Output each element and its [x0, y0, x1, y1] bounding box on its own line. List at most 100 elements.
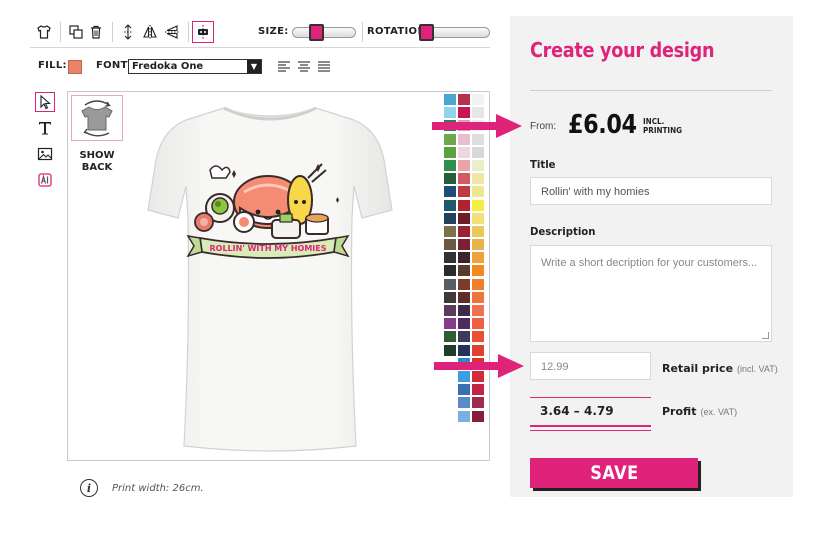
color-swatch[interactable]: [472, 199, 484, 211]
color-swatch[interactable]: [472, 186, 484, 198]
color-swatch[interactable]: [458, 305, 470, 316]
layer-order-icon[interactable]: [118, 22, 138, 42]
color-swatch[interactable]: [472, 291, 484, 303]
rotate-shirt-icon: [81, 100, 113, 137]
show-back-button[interactable]: [71, 95, 123, 141]
size-slider[interactable]: [292, 24, 356, 41]
color-swatch[interactable]: [472, 94, 484, 105]
color-swatch[interactable]: [458, 239, 470, 251]
flip-vertical-icon[interactable]: [162, 22, 182, 42]
color-swatch[interactable]: [444, 397, 456, 408]
save-button[interactable]: SAVE: [530, 458, 698, 488]
retail-price-value: 12.99: [541, 361, 569, 373]
color-swatch[interactable]: [458, 159, 470, 171]
color-swatch[interactable]: [444, 331, 456, 343]
tshirt-preview: ROLLIN' WITH MY HOMIES: [147, 106, 393, 452]
color-swatch[interactable]: [458, 397, 470, 409]
size-label: SIZE:: [258, 26, 289, 37]
color-swatch[interactable]: [472, 252, 484, 264]
color-swatch[interactable]: [444, 305, 456, 316]
fill-color-swatch[interactable]: [68, 60, 82, 74]
color-swatch[interactable]: [458, 331, 470, 343]
color-swatch[interactable]: [458, 146, 470, 158]
color-swatch[interactable]: [458, 173, 470, 185]
color-swatch[interactable]: [472, 265, 484, 277]
color-swatch[interactable]: [444, 411, 456, 422]
from-label: From:: [530, 121, 557, 132]
text-tool-icon[interactable]: [35, 118, 55, 138]
color-swatch[interactable]: [472, 239, 484, 251]
color-swatch[interactable]: [458, 212, 470, 224]
font-select[interactable]: Fredoka One ▼: [128, 59, 262, 74]
toolbar-divider: [112, 22, 113, 42]
ai-design-icon[interactable]: [35, 170, 55, 190]
trash-icon[interactable]: [86, 22, 106, 42]
duplicate-icon[interactable]: [66, 22, 86, 42]
align-justify-icon[interactable]: [318, 61, 330, 72]
profit-range: 3.64 – 4.79: [530, 397, 651, 431]
color-swatch[interactable]: [444, 239, 456, 251]
color-swatch[interactable]: [444, 173, 456, 185]
rotation-slider[interactable]: [418, 24, 490, 41]
color-swatch[interactable]: [444, 252, 456, 264]
color-swatch[interactable]: [458, 384, 470, 396]
rotation-slider-thumb[interactable]: [419, 24, 434, 41]
price-note: INCL. PRINTING: [643, 117, 682, 135]
font-label: FONT:: [96, 60, 132, 71]
color-swatch[interactable]: [472, 212, 484, 224]
color-swatch[interactable]: [444, 291, 456, 303]
color-swatch[interactable]: [444, 225, 456, 237]
color-swatch[interactable]: [444, 159, 456, 171]
flip-horizontal-icon[interactable]: [140, 22, 160, 42]
color-swatch[interactable]: [472, 225, 484, 237]
color-swatch[interactable]: [458, 265, 470, 277]
color-swatch[interactable]: [472, 331, 484, 343]
color-swatch[interactable]: [472, 397, 484, 409]
description-placeholder: Write a short decription for your custom…: [541, 257, 758, 269]
color-swatch[interactable]: [444, 265, 456, 277]
color-swatch[interactable]: [444, 199, 456, 211]
title-input[interactable]: Rollin' with my homies: [530, 177, 772, 205]
color-swatch[interactable]: [472, 173, 484, 185]
retail-price-input[interactable]: 12.99: [530, 352, 651, 380]
color-swatch[interactable]: [458, 410, 470, 422]
design-canvas[interactable]: SHOW BACK ROLLIN' WITH MY HOMIES: [67, 91, 490, 461]
description-textarea[interactable]: Write a short decription for your custom…: [530, 245, 772, 342]
size-slider-thumb[interactable]: [309, 24, 324, 41]
color-swatch[interactable]: [472, 384, 484, 396]
color-swatch[interactable]: [444, 212, 456, 224]
profit-label-text: Profit: [662, 405, 697, 418]
color-swatch[interactable]: [458, 186, 470, 198]
color-swatch[interactable]: [458, 318, 470, 330]
font-select-value: Fredoka One: [132, 61, 204, 72]
color-swatch[interactable]: [458, 278, 470, 290]
align-center-icon[interactable]: [298, 61, 310, 72]
color-swatch[interactable]: [458, 94, 470, 105]
description-label: Description: [530, 225, 596, 238]
color-swatch[interactable]: [472, 278, 484, 290]
color-swatch[interactable]: [444, 186, 456, 198]
color-swatch[interactable]: [458, 291, 470, 303]
color-swatch[interactable]: [458, 252, 470, 264]
tshirt-icon[interactable]: [34, 22, 54, 42]
print-width-text: Print width: 26cm.: [112, 482, 204, 494]
color-swatch[interactable]: [458, 225, 470, 237]
chevron-down-icon[interactable]: ▼: [247, 60, 261, 73]
select-tool-icon[interactable]: [35, 92, 55, 112]
color-swatch[interactable]: [472, 410, 484, 422]
info-icon[interactable]: i: [80, 479, 98, 497]
profit-label: Profit (ex. VAT): [662, 405, 737, 418]
color-swatch[interactable]: [444, 278, 456, 290]
color-swatch[interactable]: [444, 318, 456, 330]
color-swatch[interactable]: [472, 305, 484, 316]
color-swatch[interactable]: [444, 384, 456, 395]
center-align-icon[interactable]: [192, 21, 214, 43]
color-swatch[interactable]: [472, 146, 484, 158]
color-swatch[interactable]: [458, 199, 470, 211]
color-swatch[interactable]: [444, 94, 456, 105]
color-swatch[interactable]: [472, 318, 484, 330]
align-left-icon[interactable]: [278, 61, 290, 72]
color-swatch[interactable]: [444, 146, 456, 158]
image-tool-icon[interactable]: [35, 144, 55, 164]
color-swatch[interactable]: [472, 159, 484, 171]
